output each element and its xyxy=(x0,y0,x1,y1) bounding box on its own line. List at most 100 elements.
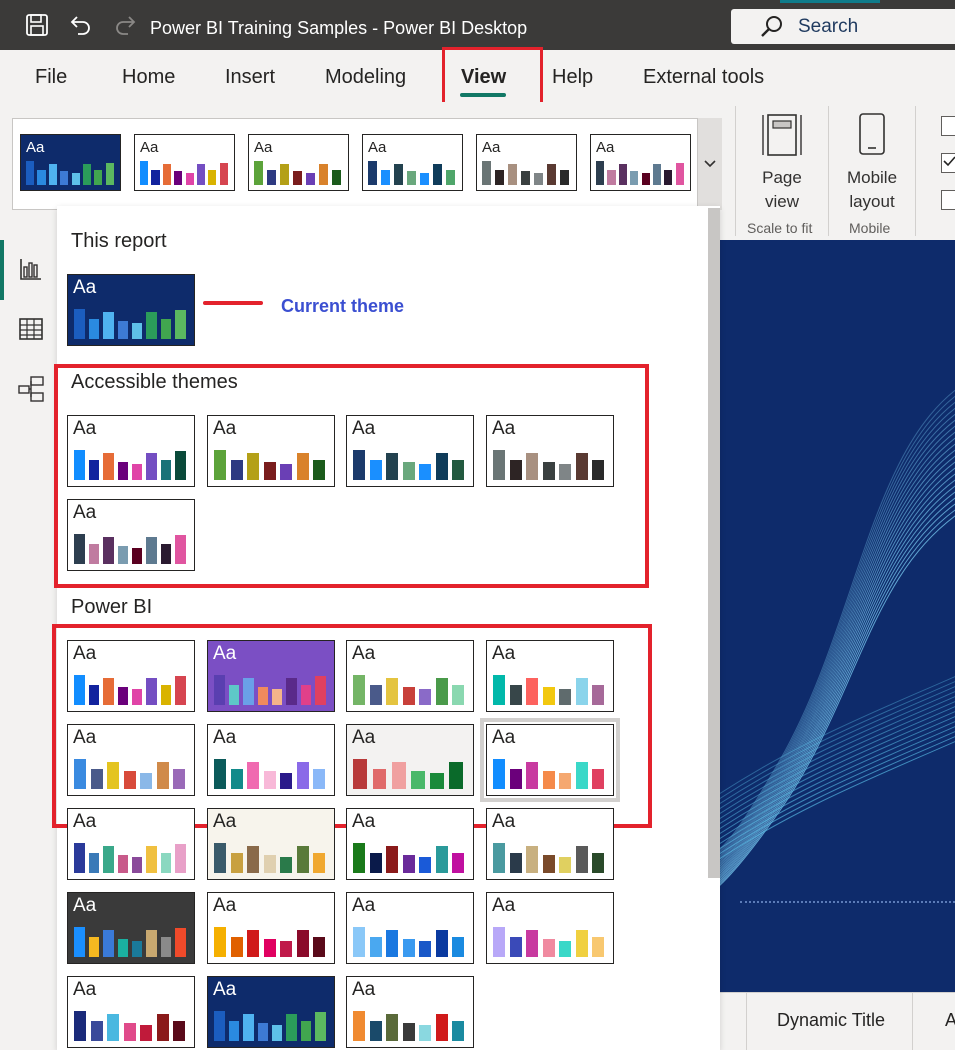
powerbi-theme-thumb[interactable]: Aa xyxy=(207,640,335,712)
theme-bar-swatch xyxy=(230,937,243,958)
theme-bar-swatch xyxy=(151,169,160,186)
menu-home[interactable]: Home xyxy=(122,66,175,89)
theme-bar-swatch xyxy=(214,926,227,958)
report-canvas[interactable] xyxy=(720,240,955,992)
powerbi-theme-thumb[interactable]: Aa xyxy=(207,808,335,880)
page-tab-next[interactable]: A xyxy=(912,993,955,1050)
powerbi-theme-thumb[interactable]: Aa xyxy=(207,892,335,964)
theme-sample-text: Aa xyxy=(213,979,237,1000)
page-tab-dynamic-title[interactable]: Dynamic Title xyxy=(746,993,912,1050)
ribbon-theme-thumb[interactable]: Aa xyxy=(20,134,121,191)
theme-bar-swatch xyxy=(482,161,492,186)
checkbox[interactable] xyxy=(941,190,955,210)
page-view-icon xyxy=(748,112,816,162)
gallery-expand-button[interactable] xyxy=(697,118,722,210)
report-view-icon[interactable] xyxy=(17,255,45,283)
powerbi-theme-thumb[interactable]: Aa xyxy=(346,976,474,1048)
theme-bar-swatch xyxy=(592,769,604,790)
ribbon-theme-thumb[interactable]: Aa xyxy=(248,134,349,191)
checkbox[interactable] xyxy=(941,116,955,136)
annotation-arrow xyxy=(203,301,263,305)
theme-bar-swatch xyxy=(296,453,309,481)
theme-bar-swatch xyxy=(196,164,206,186)
menu-modeling[interactable]: Modeling xyxy=(325,66,406,89)
theme-bar-swatch xyxy=(509,460,522,481)
theme-sample-text: Aa xyxy=(352,979,376,1000)
current-theme-thumb[interactable]: Aa xyxy=(67,274,195,346)
theme-bar-swatch xyxy=(575,678,588,706)
theme-bar-swatch xyxy=(185,172,194,186)
theme-bar-swatch xyxy=(402,855,415,874)
menu-file[interactable]: File xyxy=(35,66,67,89)
powerbi-theme-thumb[interactable]: Aa xyxy=(67,640,195,712)
powerbi-theme-thumb[interactable]: Aa xyxy=(346,724,474,796)
model-view-icon[interactable] xyxy=(17,375,45,403)
theme-bar-swatch xyxy=(300,685,312,706)
theme-bar-swatch xyxy=(526,453,539,481)
page-tabs-bar: Dynamic Title A xyxy=(720,992,955,1050)
page-view-button[interactable]: Page view xyxy=(748,112,816,214)
theme-bar-swatch xyxy=(88,460,100,481)
powerbi-theme-thumb[interactable]: Aa xyxy=(67,892,195,964)
theme-bar-swatch xyxy=(386,1014,399,1042)
powerbi-theme-thumb[interactable]: Aa xyxy=(486,808,614,880)
menu-insert[interactable]: Insert xyxy=(225,66,275,89)
theme-bar-swatch xyxy=(526,678,539,706)
powerbi-theme-thumb[interactable]: Aa xyxy=(486,892,614,964)
accessible-theme-thumb[interactable]: Aa xyxy=(486,415,614,487)
theme-bar-swatch xyxy=(263,771,276,790)
theme-bar-swatch xyxy=(272,689,283,706)
search-box[interactable]: Search xyxy=(731,9,955,44)
powerbi-theme-thumb[interactable]: Aa xyxy=(346,892,474,964)
ribbon-theme-thumb[interactable]: Aa xyxy=(134,134,235,191)
theme-bar-swatch xyxy=(369,1021,382,1042)
redo-icon[interactable] xyxy=(112,12,138,38)
menu-help[interactable]: Help xyxy=(552,66,593,89)
powerbi-theme-thumb[interactable]: Aa xyxy=(67,724,195,796)
accessible-theme-thumb[interactable]: Aa xyxy=(67,415,195,487)
theme-bar-swatch xyxy=(140,161,149,186)
powerbi-theme-thumb[interactable]: Aa xyxy=(346,640,474,712)
theme-bar-swatch xyxy=(88,544,100,565)
theme-bar-swatch xyxy=(533,172,544,186)
theme-bar-swatch xyxy=(386,453,399,481)
theme-bar-swatch xyxy=(228,685,240,706)
ribbon-theme-thumb[interactable]: Aa xyxy=(476,134,577,191)
data-view-icon[interactable] xyxy=(17,315,45,343)
theme-bar-swatch xyxy=(559,941,572,958)
accessible-theme-thumb[interactable]: Aa xyxy=(67,499,195,571)
ribbon-theme-thumb[interactable]: Aa xyxy=(362,134,463,191)
theme-bar-swatch xyxy=(88,685,100,706)
powerbi-theme-thumb[interactable]: Aa xyxy=(486,640,614,712)
theme-sample-text: Aa xyxy=(482,139,501,156)
theme-bar-swatch xyxy=(247,930,260,958)
accessible-theme-thumb[interactable]: Aa xyxy=(346,415,474,487)
theme-bar-swatch xyxy=(175,844,186,874)
accessible-theme-thumb[interactable]: Aa xyxy=(207,415,335,487)
powerbi-theme-thumb[interactable]: Aa xyxy=(67,976,195,1048)
theme-bar-swatch xyxy=(607,169,616,186)
checkbox-checked[interactable] xyxy=(941,153,955,173)
dropdown-scrollbar[interactable] xyxy=(708,208,720,878)
powerbi-theme-thumb[interactable]: Aa xyxy=(346,808,474,880)
checkmark-icon xyxy=(943,156,955,167)
theme-bar-swatch xyxy=(90,1021,103,1042)
theme-bar-swatch xyxy=(419,941,432,958)
theme-bar-swatch xyxy=(293,171,303,186)
theme-bar-swatch xyxy=(526,762,539,790)
menu-external-tools[interactable]: External tools xyxy=(643,66,764,89)
undo-icon[interactable] xyxy=(68,12,94,38)
ribbon-theme-thumb[interactable]: Aa xyxy=(590,134,691,191)
theme-bar-swatch xyxy=(575,930,588,958)
mobile-layout-button[interactable]: Mobile layout xyxy=(838,112,906,214)
powerbi-theme-thumb[interactable]: Aa xyxy=(207,976,335,1048)
powerbi-theme-thumb[interactable]: Aa xyxy=(207,724,335,796)
powerbi-theme-thumb[interactable]: Aa xyxy=(480,718,620,802)
powerbi-theme-thumb[interactable]: Aa xyxy=(67,808,195,880)
theme-bar-swatch xyxy=(160,460,172,481)
theme-bar-swatch xyxy=(280,857,293,874)
theme-bar-swatch xyxy=(452,685,464,706)
save-icon[interactable] xyxy=(24,12,50,38)
theme-bar-swatch xyxy=(315,1012,326,1042)
theme-bar-swatch xyxy=(508,164,518,186)
